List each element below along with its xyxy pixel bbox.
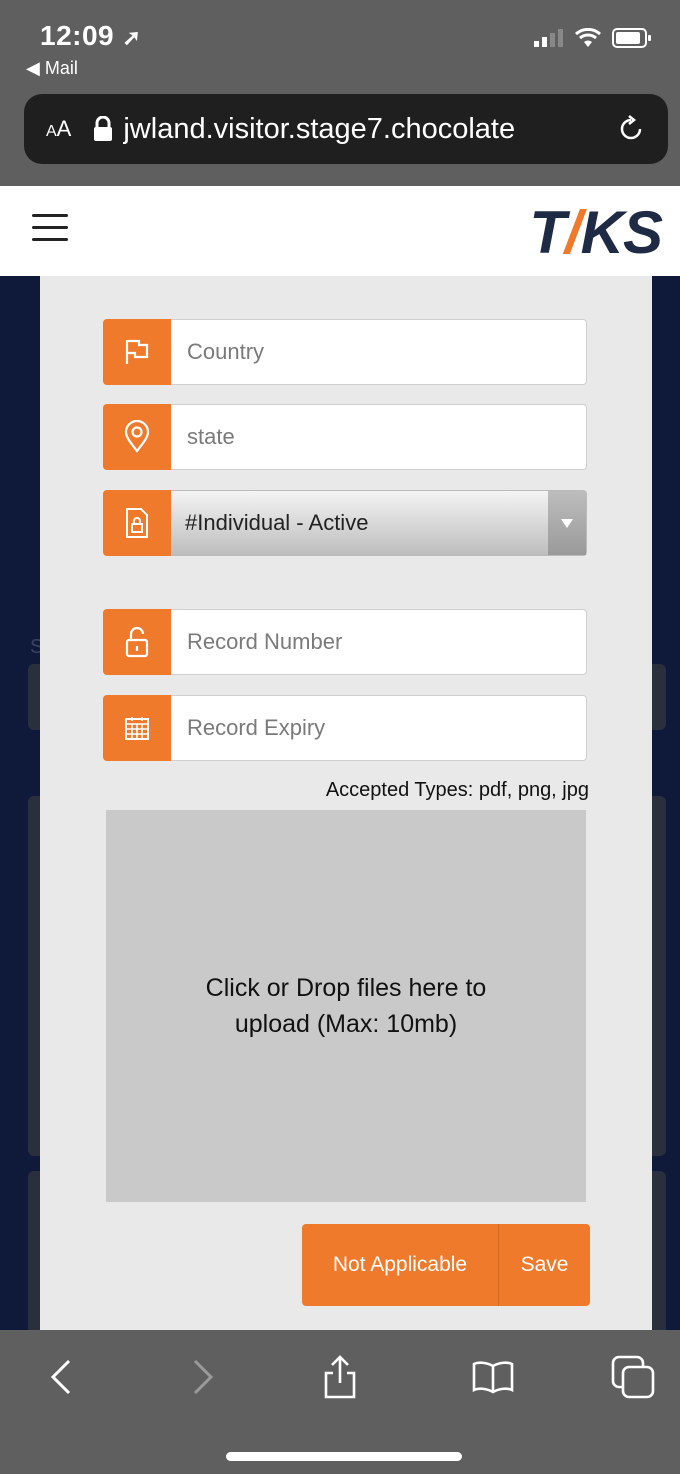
chevron-down-icon[interactable] <box>548 491 586 555</box>
url-text[interactable]: jwland.visitor.stage7.chocolate <box>123 113 583 146</box>
share-icon[interactable] <box>315 1352 365 1402</box>
battery-icon <box>612 28 651 48</box>
save-button[interactable]: Save <box>498 1224 590 1306</box>
unlock-icon <box>103 609 171 675</box>
tiks-logo[interactable]: T/KS <box>529 198 663 267</box>
back-to-mail-link[interactable]: ◀ Mail <box>26 58 78 79</box>
file-dropzone[interactable]: Click or Drop files here to upload (Max:… <box>106 810 586 1202</box>
record-expiry-input[interactable] <box>171 695 587 761</box>
back-icon[interactable] <box>36 1352 86 1402</box>
country-field <box>103 319 587 385</box>
country-input[interactable] <box>171 319 587 385</box>
reload-icon[interactable] <box>616 114 646 144</box>
state-field <box>103 404 587 470</box>
record-type-value: #Individual - Active <box>185 510 369 535</box>
not-applicable-button[interactable]: Not Applicable <box>302 1224 498 1306</box>
accepted-types-label: Accepted Types: pdf, png, jpg <box>325 779 589 801</box>
record-number-field <box>103 609 587 675</box>
record-number-input[interactable] <box>171 609 587 675</box>
state-input[interactable] <box>171 404 587 470</box>
location-pin-icon <box>103 404 171 470</box>
dropzone-text: Click or Drop files here to upload (Max:… <box>205 973 487 1038</box>
record-type-select[interactable]: #Individual - Active <box>171 490 587 556</box>
document-lock-icon <box>103 490 171 556</box>
forward-icon[interactable] <box>178 1352 228 1402</box>
site-header: T/KS <box>0 186 680 276</box>
record-expiry-field <box>103 695 587 761</box>
reader-options-button[interactable]: AA <box>46 116 71 142</box>
lock-icon <box>94 116 113 141</box>
address-bar[interactable]: AA jwland.visitor.stage7.chocolate <box>24 94 668 164</box>
status-bar: 12:09 ➚ ◀ Mail <box>0 0 680 90</box>
home-indicator <box>226 1452 462 1461</box>
bookmarks-icon[interactable] <box>468 1352 518 1402</box>
tabs-icon[interactable] <box>608 1352 658 1402</box>
menu-icon[interactable] <box>32 214 68 244</box>
wifi-icon <box>575 28 601 47</box>
add-record-modal: #Individual - Active Accepted Types: pdf… <box>40 276 652 1330</box>
location-arrow-icon: ➚ <box>122 25 142 50</box>
flag-icon <box>103 319 171 385</box>
calendar-icon <box>103 695 171 761</box>
clock: 12:09 ➚ <box>40 20 142 51</box>
signal-icon <box>534 29 563 47</box>
record-type-field: #Individual - Active <box>103 490 587 556</box>
status-icons <box>534 28 652 48</box>
